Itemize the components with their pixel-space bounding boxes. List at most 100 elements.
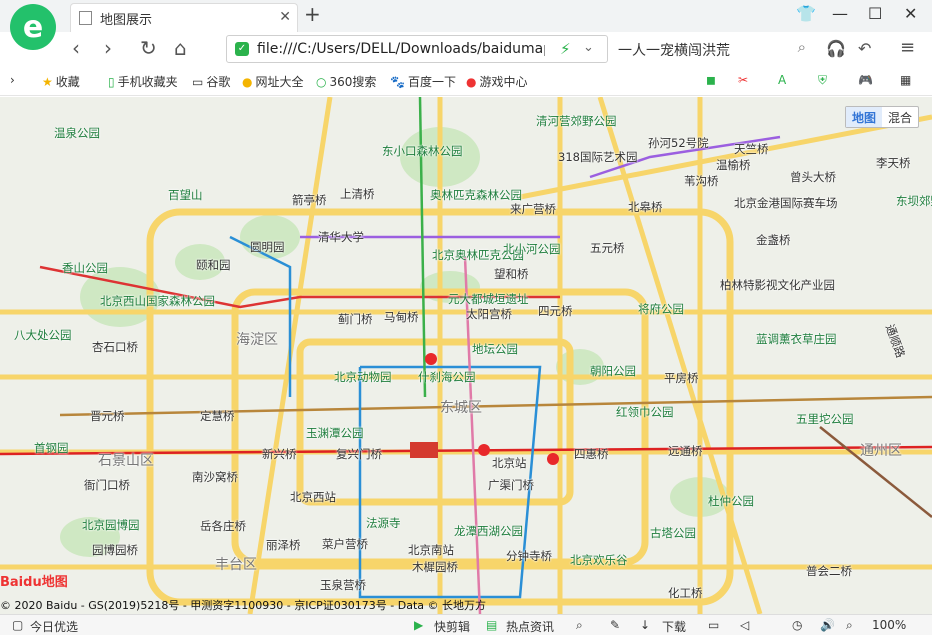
search-box[interactable]: 一人一宠横闯洪荒 ⌕ [610, 35, 810, 63]
headphones-icon[interactable]: 🎧 [826, 39, 846, 58]
poi-label[interactable]: 朝阳公园 [590, 363, 636, 379]
pin-icon[interactable]: ✎ [610, 618, 620, 632]
poi-label[interactable]: 北京西山国家森林公园 [100, 293, 215, 309]
bookmark-google[interactable]: ▭ 谷歌 [192, 73, 230, 90]
poi-label[interactable]: 蓝调薰衣草庄园 [756, 331, 837, 347]
poi-label[interactable]: 百望山 [168, 187, 203, 203]
bridge-label: 化工桥 [668, 586, 703, 600]
poi-label[interactable]: 什刹海公园 [418, 369, 476, 385]
poi-label[interactable]: 北京站 [492, 455, 527, 471]
apps-icon[interactable]: ▦ [900, 73, 914, 87]
map-type-hybrid[interactable]: 混合 [882, 107, 918, 127]
poi-label[interactable]: 318国际艺术园 [558, 149, 637, 165]
bridge-label: 分钟寺桥 [506, 549, 552, 563]
minimize-button[interactable]: — [832, 4, 848, 23]
bridge-label: 李天桥 [876, 156, 911, 170]
clock-icon[interactable]: ◷ [792, 618, 802, 632]
search-icon[interactable]: ⌕ [576, 618, 583, 633]
hot-news-icon[interactable]: ▤ [486, 618, 497, 632]
bridge-label: 晋元桥 [90, 409, 125, 423]
poi-label[interactable]: 五里坨公园 [796, 411, 854, 427]
poi-label[interactable]: 北京动物园 [334, 369, 392, 385]
poi-label[interactable]: 北京园博园 [82, 517, 140, 533]
poi-label[interactable]: 玉渊潭公园 [306, 425, 364, 441]
today-picks-link[interactable]: 今日优选 [30, 618, 78, 635]
poi-label[interactable]: 奥林匹克森林公园 [430, 187, 522, 203]
bookmark-hao[interactable]: ● 网址大全 [242, 73, 304, 90]
chevron-down-icon[interactable]: ⌄ [583, 40, 594, 55]
poi-label[interactable]: 圆明园 [250, 239, 285, 255]
poi-label[interactable]: 北京西站 [290, 489, 336, 505]
map-type-map[interactable]: 地图 [846, 107, 883, 127]
poi-label[interactable]: 孙河52号院 [648, 135, 709, 151]
screen-icon[interactable]: ▭ [708, 618, 719, 632]
gamepad-icon[interactable]: 🎮 [858, 73, 876, 87]
forward-button[interactable]: › [104, 36, 112, 60]
poi-label[interactable]: 龙潭西湖公园 [454, 523, 523, 539]
poi-label[interactable]: 颐和园 [196, 257, 231, 273]
tab-map-display[interactable]: 地图展示 ✕ [70, 3, 298, 32]
shield-icon[interactable]: ⛨ [818, 73, 830, 88]
shirt-icon[interactable]: 👕 [796, 4, 816, 23]
poi-label[interactable]: 地坛公园 [472, 341, 518, 357]
bookmark-games[interactable]: ● 游戏中心 [466, 73, 528, 90]
search-text[interactable]: 一人一宠横闯洪荒 [618, 40, 730, 60]
poi-label[interactable]: 北京欢乐谷 [570, 552, 628, 568]
poi-label[interactable]: 古塔公园 [650, 525, 696, 541]
map-copyright: © 2020 Baidu - GS(2019)5218号 - 甲测资字11009… [0, 599, 487, 612]
poi-label[interactable]: 北小河公园 [503, 241, 561, 257]
poi-label[interactable]: 首钢园 [34, 440, 69, 456]
scissors-icon[interactable]: ✂ [738, 73, 751, 87]
bridge-label: 四元桥 [538, 304, 573, 318]
url-text[interactable]: file:///C:/Users/DELL/Downloads/baidumap [257, 41, 545, 57]
download-link[interactable]: 下载 [662, 618, 686, 635]
bookmarks-toggle-icon[interactable]: › [10, 73, 15, 87]
quick-clip-link[interactable]: 快剪辑 [434, 618, 470, 635]
home-button[interactable]: ⌂ [174, 36, 187, 60]
bookmark-360[interactable]: ○ 360搜索 [316, 73, 376, 90]
volume-icon[interactable]: 🔊 [820, 618, 835, 632]
poi-label[interactable]: 北京南站 [408, 542, 454, 558]
new-tab-button[interactable]: + [304, 2, 321, 26]
sound-icon[interactable]: ◁ [740, 618, 749, 632]
back-button[interactable]: ‹ [72, 36, 80, 60]
poi-label[interactable]: 北京金港国际赛车场 [734, 195, 838, 211]
undo-icon[interactable]: ↶ [858, 39, 871, 58]
map-canvas[interactable]: 地图 混合 海淀区 东城区 石景山区 丰台区 通州区 温泉公园 东小口森林公园 … [0, 97, 932, 614]
poi-label[interactable]: 温泉公园 [54, 125, 100, 141]
text-tool-icon[interactable]: A [778, 73, 789, 87]
poi-label[interactable]: 柏林特影视文化产业园 [720, 277, 835, 293]
bookmark-favorites[interactable]: ★ 收藏 [42, 73, 80, 90]
map-type-toggle[interactable]: 地图 混合 [845, 106, 920, 128]
quick-clip-icon[interactable]: ▶ [414, 618, 423, 632]
poi-label[interactable]: 香山公园 [62, 260, 108, 276]
poi-label[interactable]: 将府公园 [638, 301, 684, 317]
zoom-icon[interactable]: ⌕ [846, 618, 853, 633]
poi-label[interactable]: 东小口森林公园 [382, 143, 463, 159]
search-icon[interactable]: ⌕ [798, 38, 806, 56]
download-icon[interactable]: ↓ [640, 618, 650, 632]
poi-label[interactable]: 清华大学 [318, 229, 364, 245]
poi-label[interactable]: 元大都城垣遗址 [448, 291, 529, 307]
address-bar[interactable]: ✓ file:///C:/Users/DELL/Downloads/baidum… [226, 35, 608, 63]
translate-icon[interactable]: ◼ [706, 73, 719, 87]
hot-news-link[interactable]: 热点资讯 [506, 618, 554, 635]
poi-label[interactable]: 东坝郊野 [896, 193, 932, 209]
browser-logo-icon[interactable]: e [10, 4, 56, 50]
today-picks-icon[interactable]: ▢ [12, 618, 23, 632]
bookmark-baidu[interactable]: 🐾 百度一下 [390, 73, 456, 90]
poi-label[interactable]: 红领巾公园 [616, 404, 674, 420]
poi-label[interactable]: 八大处公园 [14, 327, 72, 343]
refresh-button[interactable]: ↻ [140, 36, 157, 60]
poi-label[interactable]: 清河营郊野公园 [536, 113, 617, 129]
speed-mode-icon[interactable]: ⚡ [560, 40, 571, 58]
close-tab-icon[interactable]: ✕ [279, 9, 291, 25]
menu-icon[interactable]: ≡ [900, 37, 915, 58]
bridge-label: 岳各庄桥 [200, 519, 246, 533]
bookmark-mobile[interactable]: ▯ 手机收藏夹 [108, 73, 178, 90]
zoom-level[interactable]: 100% [872, 618, 906, 632]
close-window-button[interactable]: ✕ [904, 4, 917, 23]
maximize-button[interactable]: ☐ [868, 4, 882, 23]
poi-label[interactable]: 杜仲公园 [708, 493, 754, 509]
poi-label[interactable]: 法源寺 [366, 515, 401, 531]
